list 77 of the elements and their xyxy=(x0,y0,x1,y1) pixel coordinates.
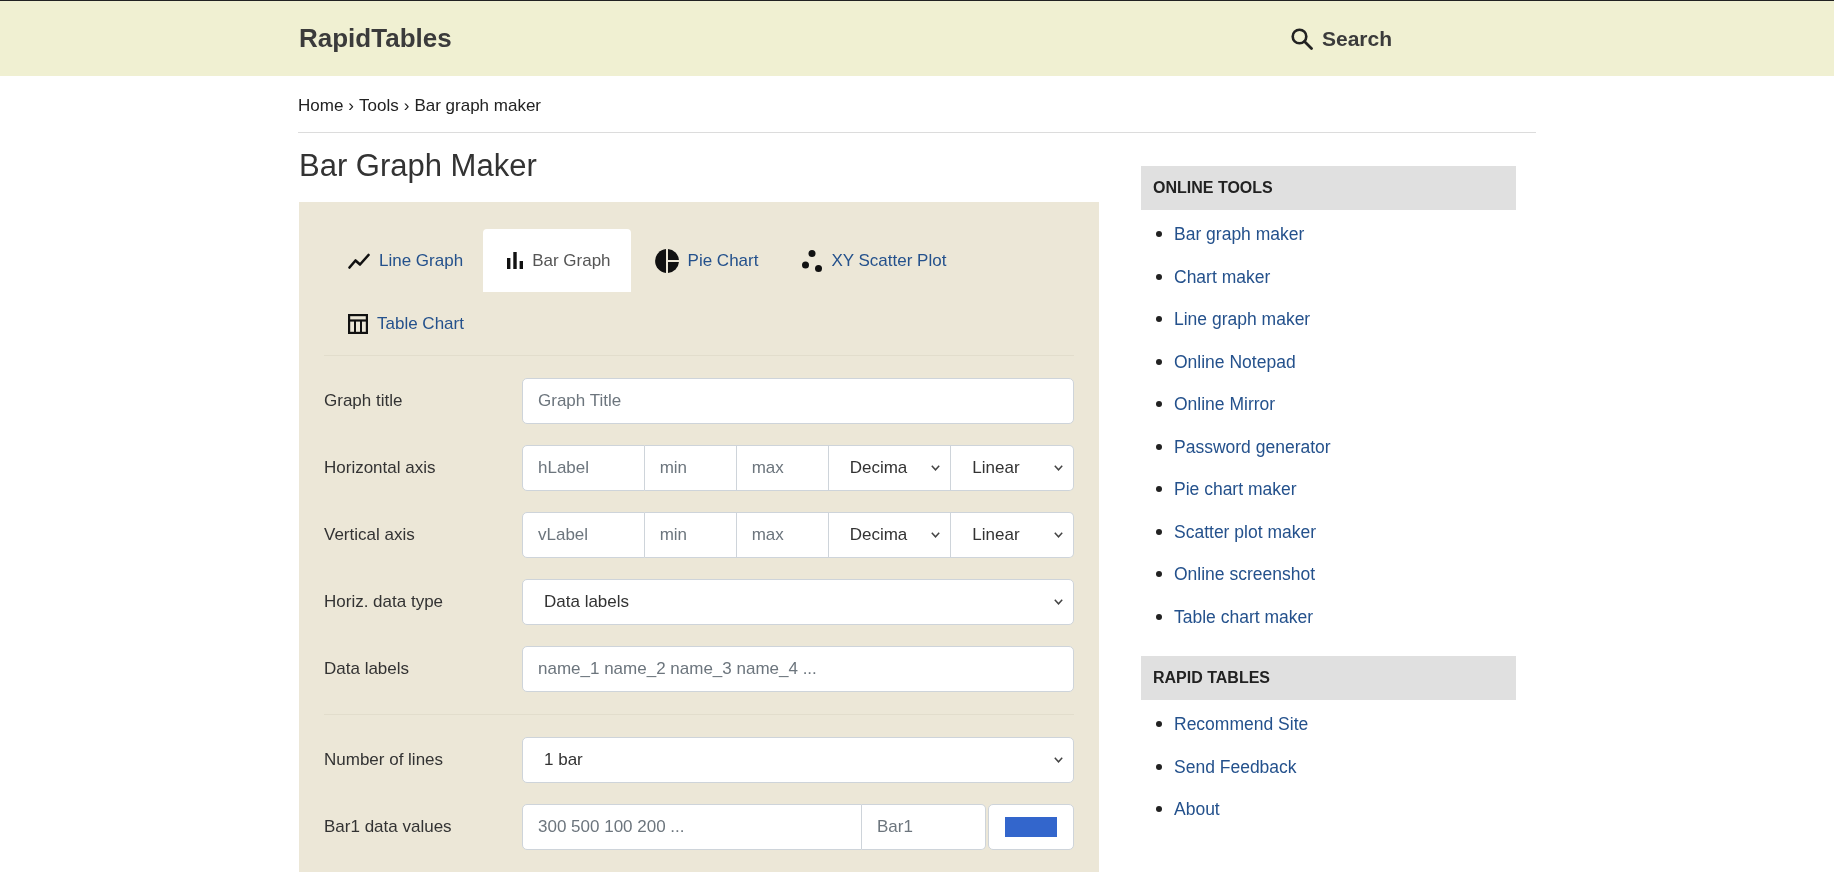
sidebar-link[interactable]: Online Notepad xyxy=(1174,348,1296,375)
tab[interactable]: Table Chart xyxy=(324,292,484,355)
bullet-icon xyxy=(1156,443,1162,450)
text-field[interactable]: Bar1 xyxy=(862,804,986,850)
pie-chart-icon xyxy=(654,248,679,273)
dropdown-select[interactable]: Linear xyxy=(951,445,1074,491)
sidebar-link[interactable]: Password generator xyxy=(1174,433,1331,460)
sidebar-heading: RAPID TABLES xyxy=(1141,656,1516,700)
bullet-icon xyxy=(1156,571,1162,578)
chevron-down-icon xyxy=(1054,599,1063,605)
field-label: Vertical axis xyxy=(324,524,416,547)
tab[interactable]: Line Graph xyxy=(324,229,484,292)
sidebar-link[interactable]: Bar graph maker xyxy=(1174,221,1305,248)
dropdown-select[interactable]: Decima xyxy=(828,512,952,558)
search-icon xyxy=(1290,27,1313,50)
field-label: Bar1 data values xyxy=(324,816,453,839)
dropdown-select[interactable]: Decima xyxy=(828,445,952,491)
bullet-icon xyxy=(1156,358,1162,365)
sidebar-link[interactable]: Chart maker xyxy=(1174,263,1271,290)
breadcrumb-separator: › xyxy=(402,95,411,117)
sidebar-link[interactable]: About xyxy=(1174,796,1220,823)
sidebar-link[interactable]: Send Feedback xyxy=(1174,753,1297,780)
dropdown-select[interactable]: Linear xyxy=(951,512,1074,558)
sidebar-link[interactable]: Recommend Site xyxy=(1174,711,1309,738)
field-label: Horizontal axis xyxy=(324,457,437,480)
tab[interactable]: Bar Graph xyxy=(483,229,631,292)
chevron-down-icon xyxy=(931,465,941,471)
dropdown-select[interactable]: 1 bar xyxy=(522,737,1074,783)
bullet-icon xyxy=(1156,721,1162,728)
chevron-down-icon xyxy=(931,532,941,538)
sidebar-link[interactable]: Table chart maker xyxy=(1174,603,1314,630)
text-field[interactable]: 300 500 100 200 ... xyxy=(522,804,862,850)
bullet-icon xyxy=(1156,613,1162,620)
site-logo[interactable]: RapidTables xyxy=(299,19,452,58)
breadcrumb-separator: › xyxy=(347,95,356,117)
line-chart-icon xyxy=(348,252,370,269)
color-picker[interactable] xyxy=(988,804,1074,850)
text-field[interactable]: max xyxy=(736,445,829,491)
bullet-icon xyxy=(1156,806,1162,813)
text-field[interactable]: Graph Title xyxy=(522,378,1074,424)
page-title: Bar Graph Maker xyxy=(299,147,538,184)
sidebar-link[interactable]: Scatter plot maker xyxy=(1174,518,1316,545)
breadcrumb-current: Bar graph maker xyxy=(414,95,541,117)
breadcrumb-link[interactable]: Tools xyxy=(359,93,399,119)
sidebar-link[interactable]: Pie chart maker xyxy=(1174,476,1297,503)
bullet-icon xyxy=(1156,273,1162,280)
bullet-icon xyxy=(1156,528,1162,535)
sidebar-link[interactable]: Line graph maker xyxy=(1174,306,1311,333)
table-icon xyxy=(348,313,368,334)
chevron-down-icon xyxy=(1054,757,1063,763)
field-label: Graph title xyxy=(324,390,404,413)
bullet-icon xyxy=(1156,316,1162,323)
search-button[interactable]: Search xyxy=(1290,22,1392,55)
sidebar-heading: ONLINE TOOLS xyxy=(1141,166,1516,210)
field-label: Horiz. data type xyxy=(324,591,445,614)
chevron-down-icon xyxy=(1054,532,1063,538)
bullet-icon xyxy=(1156,763,1162,770)
dropdown-select[interactable]: Data labels xyxy=(522,579,1074,625)
tab[interactable]: XY Scatter Plot xyxy=(778,229,967,292)
text-field[interactable]: min xyxy=(644,512,737,558)
scatter-dots-icon xyxy=(802,249,823,272)
text-field[interactable]: hLabel xyxy=(522,445,645,491)
chevron-down-icon xyxy=(1054,465,1063,471)
sidebar-link[interactable]: Online Mirror xyxy=(1174,391,1276,418)
bar-chart-icon xyxy=(507,252,524,269)
bullet-icon xyxy=(1156,231,1162,238)
sidebar-link[interactable]: Online screenshot xyxy=(1174,561,1316,588)
bullet-icon xyxy=(1156,401,1162,408)
breadcrumb-link[interactable]: Home xyxy=(298,93,344,119)
text-field[interactable]: vLabel xyxy=(522,512,645,558)
text-field[interactable]: min xyxy=(644,445,737,491)
tab[interactable]: Pie Chart xyxy=(630,229,779,292)
bullet-icon xyxy=(1156,486,1162,493)
field-label: Number of lines xyxy=(324,749,445,772)
field-label: Data labels xyxy=(324,658,411,681)
text-field[interactable]: name_1 name_2 name_3 name_4 ... xyxy=(522,646,1074,692)
text-field[interactable]: max xyxy=(736,512,829,558)
